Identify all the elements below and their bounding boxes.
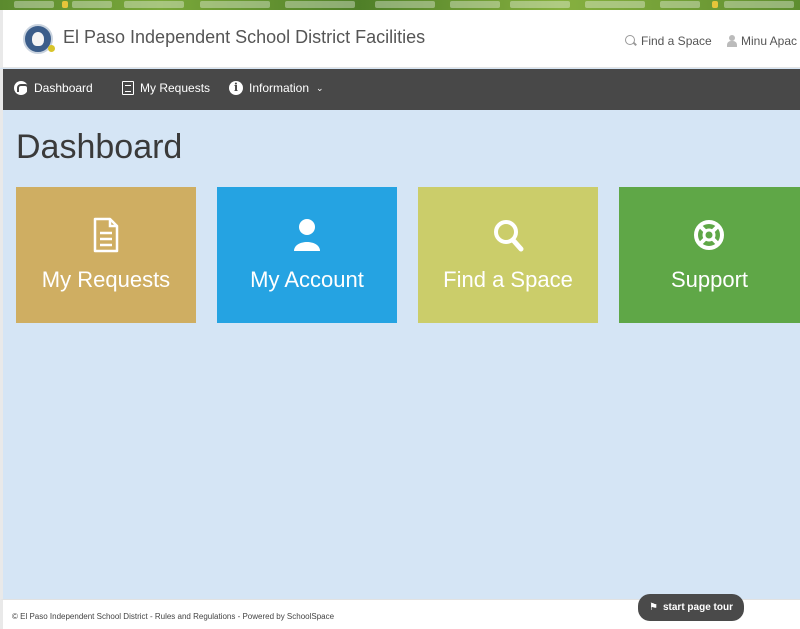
document-icon	[122, 81, 134, 95]
tile-find-a-space-label: Find a Space	[443, 267, 573, 292]
nav-my-requests-label: My Requests	[140, 81, 211, 95]
nav-my-requests[interactable]: My Requests	[122, 81, 210, 95]
district-logo[interactable]	[23, 24, 55, 54]
site-title[interactable]: El Paso Independent School District Faci…	[63, 27, 425, 48]
footer-text: © El Paso Independent School District - …	[12, 612, 335, 621]
info-icon	[229, 81, 243, 95]
tile-find-a-space[interactable]: Find a Space	[418, 187, 598, 323]
tile-my-requests[interactable]: My Requests	[16, 187, 196, 323]
nav-dashboard-label: Dashboard	[34, 81, 93, 95]
nav-dashboard[interactable]: Dashboard	[14, 81, 93, 95]
nav-information[interactable]: Information ⌄	[229, 81, 324, 95]
tile-support-label: Support	[670, 267, 749, 292]
document-icon	[93, 217, 119, 253]
start-page-tour-label: start page tour	[662, 602, 733, 613]
dashboard-icon	[14, 81, 29, 95]
user-name: Minu Apac	[741, 34, 798, 48]
chevron-down-icon: ⌄	[316, 82, 324, 93]
user-icon	[727, 35, 737, 47]
tile-my-account-label: My Account	[250, 267, 364, 292]
site-header: El Paso Independent School District Faci…	[0, 10, 800, 68]
left-edge	[0, 110, 3, 629]
user-icon	[294, 219, 320, 251]
user-menu[interactable]: Minu Apac	[727, 34, 797, 48]
find-space-link[interactable]: Find a Space	[625, 34, 712, 48]
lifebuoy-icon	[694, 220, 724, 250]
find-space-label: Find a Space	[641, 34, 712, 48]
search-icon	[494, 220, 524, 252]
tile-support[interactable]: Support	[619, 187, 800, 323]
tile-my-account[interactable]: My Account	[217, 187, 397, 323]
flag-icon: ⚑	[649, 602, 658, 613]
tile-my-requests-label: My Requests	[41, 267, 171, 292]
page-title: Dashboard	[16, 128, 183, 166]
search-icon	[625, 35, 637, 47]
start-page-tour-button[interactable]: ⚑ start page tour	[638, 594, 744, 621]
nav-information-label: Information	[249, 81, 310, 95]
main-nav: Dashboard My Requests Information ⌄	[0, 69, 800, 110]
browser-bookmarks-bar	[0, 0, 800, 10]
